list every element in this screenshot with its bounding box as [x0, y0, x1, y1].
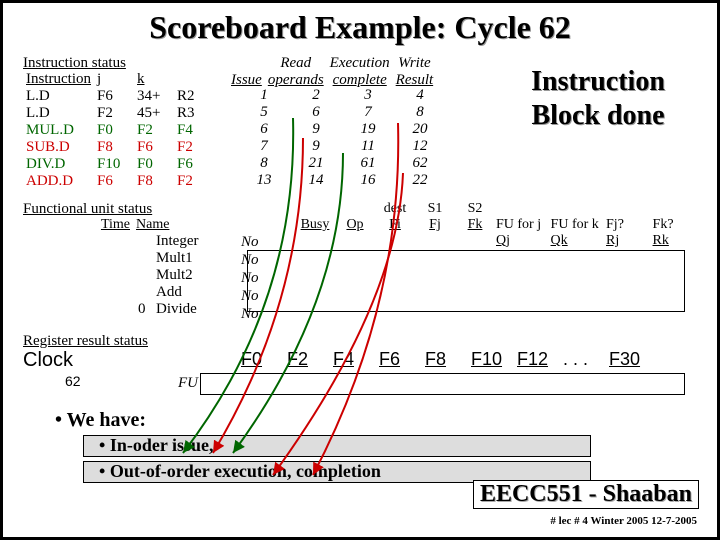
fu-cell-label: FU: [178, 375, 198, 392]
instr-row: L.DF634+R2: [23, 88, 214, 105]
slide-title: Scoreboard Example: Cycle 62: [3, 9, 717, 46]
register-row: F0 F2 F4 F6 F8 F10 F12 . . . F30: [238, 349, 652, 370]
fu-row: Mult1: [135, 250, 201, 267]
fu-row: Integer: [135, 233, 201, 250]
fu-header: Time Name: [73, 217, 172, 233]
bullet-main: • We have:: [55, 409, 146, 432]
bullet-sub-2: • Out-of-order execution, completion: [99, 461, 381, 482]
instruction-block-done-label: Instruction Block done: [493, 65, 703, 132]
cycle-number: 62: [65, 373, 81, 389]
fu-table: Integer Mult1 Mult2 Add 0Divide: [135, 233, 201, 318]
bullet-sub-1: • In-oder issue,: [99, 435, 214, 456]
cycle-row: 691920: [238, 121, 446, 138]
busy-column: No No No No No: [241, 233, 259, 323]
instr-row: MUL.DF0F2F4: [23, 122, 214, 139]
content-area: Instruction status Instruction j k L.DF6…: [23, 55, 697, 477]
cycle-row: 5678: [238, 104, 446, 121]
issue-header: Read Execution Write Issue operands comp…: [228, 55, 436, 89]
fu-far-header: FU for jFU for kFj?Fk? QjQkRjRk: [493, 217, 697, 249]
instr-row: DIV.DF10F0F6: [23, 156, 214, 173]
instruction-table: Instruction j k L.DF634+R2 L.DF245+R3 MU…: [23, 71, 214, 190]
footer-info: # lec # 4 Winter 2005 12-7-2005: [550, 515, 697, 527]
cycle-row: 1234: [238, 87, 446, 104]
instr-row: ADD.DF6F8F2: [23, 173, 214, 190]
fu-row: 0Divide: [135, 301, 201, 318]
reg-box: [200, 373, 685, 395]
cycle-row: 13141622: [238, 172, 446, 189]
slide-frame: Scoreboard Example: Cycle 62 Instruction…: [0, 0, 720, 540]
col-k: k: [134, 71, 174, 88]
fu-row: Mult2: [135, 267, 201, 284]
cycle-table: 1234 5678 691920 791112 8216162 13141622: [238, 87, 446, 189]
clock-label: Clock: [23, 349, 73, 372]
instruction-status-label: Instruction status: [23, 55, 126, 72]
col-j: j: [94, 71, 134, 88]
fu-box: [247, 250, 685, 312]
footer-course: EECC551 - Shaaban: [473, 480, 699, 509]
instr-row: L.DF245+R3: [23, 105, 214, 122]
fu-dest-header: destS1S2 Busy Op Fi Fj Fk: [295, 201, 495, 233]
cycle-row: 8216162: [238, 155, 446, 172]
functional-unit-status-label: Functional unit status: [23, 201, 152, 218]
instr-row: SUB.DF8F6F2: [23, 139, 214, 156]
col-instruction: Instruction: [23, 71, 94, 88]
register-result-status-label: Register result status: [23, 333, 148, 350]
fu-row: Add: [135, 284, 201, 301]
cycle-row: 791112: [238, 138, 446, 155]
